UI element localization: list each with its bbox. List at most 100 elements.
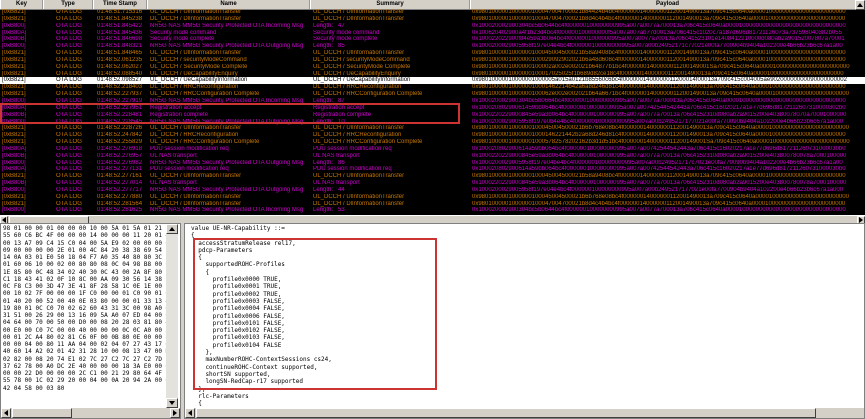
cell-time: 01:48:52.281564 [97, 200, 143, 207]
cell-type: OTA LOG [56, 186, 82, 193]
cell-time: 01:48:51.845436 [97, 29, 143, 36]
cell-key: [0xB80A] [2, 166, 27, 173]
cell-type: OTA LOG [56, 97, 82, 104]
cell-time: 01:48:52.276918 [97, 145, 143, 152]
table-row[interactable]: [0xB800] OTA LOG 01:48:52.227919 NR5G NAS M… [0, 98, 865, 105]
cell-type: OTA LOG [56, 91, 82, 98]
hex-horizontal-scrollbar[interactable] [1, 408, 180, 418]
table-row[interactable]: [0xB80B] OTA LOG 01:48:52.228481 Registrati… [0, 112, 865, 119]
table-row[interactable]: [0xB80B] OTA LOG 01:48:52.277014 UL NAS tra… [0, 180, 865, 187]
cell-payload: 0x980100000100000010001462214b42a6a8d246… [472, 84, 846, 91]
table-row[interactable]: [0xB821] OTA LOG 01:48:52.247842 DL_DCCH / … [0, 132, 865, 139]
table-row[interactable]: [0xB80A] OTA LOG 01:48:52.227951 Registrati… [0, 105, 865, 112]
hex-scrollbar-thumb[interactable] [12, 408, 72, 418]
cell-payload: 0x1000220229000845e59a3b064bc4f000000100… [472, 152, 847, 159]
hex-scroll-right-button[interactable] [170, 408, 180, 418]
column-header-payload[interactable]: Payload [470, 0, 865, 9]
cell-type: OTA LOG [56, 166, 82, 173]
cell-name: NR5G NAS MM5G Security Protected OTA Out… [150, 159, 304, 166]
cell-time: 01:48:52.276982 [97, 159, 143, 166]
table-row[interactable]: [0xB821] OTA LOG 01:48:52.061235 DL_DCCH / … [0, 57, 865, 64]
hex-scroll-up-button[interactable] [166, 224, 178, 234]
cell-time: 01:48:52.277131 [97, 166, 143, 173]
cell-time: 01:48:52.276957 [97, 152, 143, 159]
cell-summary: Length: 44 [313, 186, 345, 193]
cell-summary: Registration complete [313, 111, 372, 118]
table-row[interactable]: [0xB800] OTA LOG 01:48:52.228545 NR5G NAS M… [0, 119, 865, 126]
table-row[interactable]: [0xB821] OTA LOG 01:48:52.062027 UL_DCCH / … [0, 64, 865, 71]
table-row[interactable]: [0xB800] OTA LOG 01:48:51.848321 NR5G NAS M… [0, 43, 865, 50]
cell-payload: 0x980100000100000010005782578202162b3d1d… [472, 139, 850, 146]
table-row[interactable]: [0xB821] OTA LOG 01:48:52.088540 UL_DCCH / … [0, 71, 865, 78]
table-row[interactable]: [0xB821] OTA LOG 01:48:52.228726 UL_DCCH / … [0, 125, 865, 132]
column-header-type[interactable]: Type [43, 0, 93, 9]
table-row[interactable]: [0xB821] OTA LOG 01:48:52.281564 DL_DCCH / … [0, 201, 865, 208]
cell-key: [0xB821] [2, 125, 26, 132]
cell-time: 01:48:52.088540 [97, 70, 143, 77]
decoded-message-panel[interactable]: value UE-NR-Capability ::= { accessStrat… [184, 223, 865, 419]
table-scroll-up-button[interactable] [855, 0, 865, 10]
decode-horizontal-scrollbar[interactable] [185, 408, 864, 418]
decode-scrollbar-thumb[interactable] [196, 408, 816, 418]
table-row[interactable]: [0xB821] OTA LOG 01:48:52.277161 UL_DCCH / … [0, 173, 865, 180]
table-row[interactable]: [0xB80B] OTA LOG 01:48:52.276957 UL NAS tra… [0, 153, 865, 160]
cell-type: OTA LOG [56, 139, 82, 146]
cell-payload: 0x100020802900614a59bb064bc4f00000010000… [472, 145, 846, 152]
table-row[interactable]: [0xB80A] OTA LOG 01:48:52.276918 PDU sessio… [0, 146, 865, 153]
cell-time: 01:48:52.062027 [97, 63, 143, 70]
hex-scroll-down-button[interactable] [166, 398, 178, 408]
cell-key: [0xB800] [2, 186, 26, 193]
cell-summary: Length: 85 [313, 43, 345, 50]
cell-payload: 0x9801000001000000100045004500021b58a940… [472, 50, 846, 57]
cell-type: OTA LOG [56, 145, 82, 152]
cell-type: OTA LOG [56, 180, 82, 187]
cell-name: DL_DCCH / RRCReconfiguration [150, 132, 239, 139]
table-row[interactable]: [0xB821] OTA LOG 01:48:52.227937 UL_DCCH / … [0, 91, 865, 98]
table-row[interactable]: [0xB821] OTA LOG 01:48:52.277880 UL_DCCH / … [0, 194, 865, 201]
table-row[interactable]: [0xB821] OTA LOG 01:48:51.848465 UL_DCCH / … [0, 50, 865, 57]
cell-type: OTA LOG [56, 111, 82, 118]
table-row[interactable]: [0xB821] OTA LOG 01:48:52.218403 DL_DCCH / … [0, 84, 865, 91]
cell-key: [0xB821] [2, 77, 26, 84]
column-header-timestamp[interactable]: Time Stamp [93, 0, 147, 9]
table-row[interactable]: [0xB800] OTA LOG 01:48:52.276982 NR5G NAS M… [0, 160, 865, 167]
cell-payload: 0x1000200029005958f197e0b4e4bc4f00000010… [472, 118, 844, 125]
cell-name: UL_DCCH / RRCConfiguration Complete [150, 91, 260, 98]
cell-type: OTA LOG [56, 193, 82, 200]
table-row-selected[interactable]: [0xB821] OTA LOG 01:48:52.098527 UL_DCCH / … [0, 77, 865, 85]
cell-summary: UL_DCCH / SecurityMode Complete [313, 63, 411, 70]
table-row[interactable]: [0xB800] OTA LOG 01:48:52.281625 NR5G NAS M… [0, 207, 865, 214]
cell-payload: 0x9801000001000000100045004500021b6b768e… [472, 125, 849, 132]
cell-summary: UL_DCCH / RRCConfiguration Complete [313, 91, 423, 98]
table-row[interactable]: [0xB821] OTA LOG 01:48:51.845238 DL_DCCH / … [0, 16, 865, 23]
cell-payload: 0x98010000010000001000146221442b2a68d246… [472, 132, 846, 139]
cell-name: DL_DCCH / DlInformationTransfer [150, 200, 242, 207]
table-row[interactable]: [0xB800] OTA LOG 01:48:51.845422 NR5G NAS M… [0, 23, 865, 30]
table-row[interactable]: [0xB800] OTA LOG 01:48:52.277717 NR5G NAS M… [0, 187, 865, 194]
cell-name: UL_DCCH / SecurityMode Complete [150, 63, 248, 70]
table-row[interactable]: [0xB821] OTA LOG 01:48:51.715316 UL_DCCH / … [0, 9, 865, 16]
hex-scroll-left-button[interactable] [1, 408, 11, 418]
cell-time: 01:48:52.098527 [97, 77, 143, 84]
cell-key: [0xB821] [2, 84, 26, 91]
table-row[interactable]: [0xB821] OTA LOG 01:48:52.255829 UL_DCCH / … [0, 139, 865, 146]
cell-summary: Length: 10 [313, 118, 345, 125]
column-header-key[interactable]: Key [0, 0, 43, 9]
hex-vertical-scrollbar[interactable] [166, 224, 178, 408]
table-row[interactable]: [0xB80A] OTA LOG 01:48:52.277131 PDU sessio… [0, 166, 865, 173]
cell-time: 01:48:51.845422 [97, 22, 143, 29]
hex-dump-panel[interactable]: 98 01 00 00 01 00 00 00 10 00 5A 01 5A 0… [0, 223, 181, 419]
table-row[interactable]: [0xB80B] OTA LOG 01:48:51.846698 Security m… [0, 36, 865, 43]
cell-type: OTA LOG [56, 77, 82, 84]
decode-scroll-left-button[interactable] [185, 408, 195, 418]
cell-type: OTA LOG [56, 152, 82, 159]
table-row[interactable]: [0xB80A] OTA LOG 01:48:51.845436 Security m… [0, 30, 865, 37]
cell-key: [0xB800] [2, 22, 26, 29]
column-header-name[interactable]: Name [147, 0, 310, 9]
cell-name: NR5G NAS MM5G Security Protected OTA Inc… [150, 22, 304, 29]
cell-type: OTA LOG [56, 63, 82, 70]
column-header-summary[interactable]: Summary [310, 0, 470, 9]
cell-payload: 0x10002080290061459bb064bc4f000000100000… [472, 104, 846, 111]
cell-summary: Length: 47 [313, 22, 345, 29]
table-horizontal-scrollbar[interactable] [0, 215, 865, 224]
